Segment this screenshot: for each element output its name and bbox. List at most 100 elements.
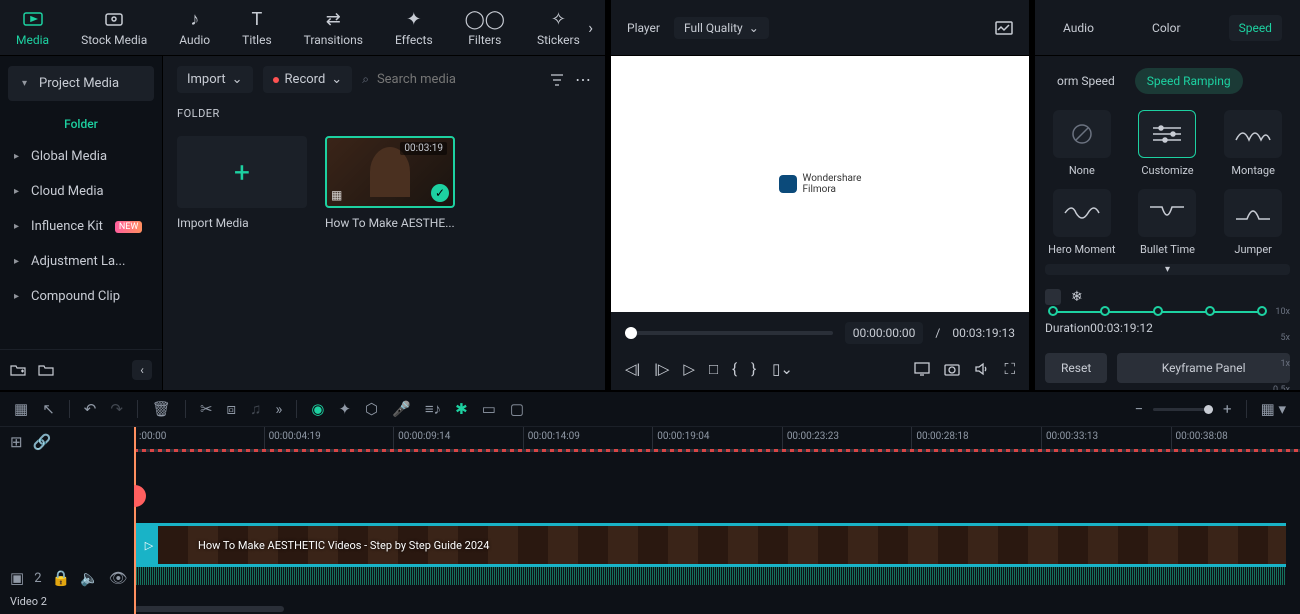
grid-icon[interactable]: ▦ bbox=[14, 400, 28, 418]
preset-more-button[interactable]: ▾ bbox=[1045, 264, 1290, 275]
crop-icon[interactable]: ⧈ bbox=[227, 400, 237, 418]
sidebar-cloud-media[interactable]: ▸ Cloud Media bbox=[0, 174, 162, 209]
sidebar-project-media[interactable]: ▾ Project Media bbox=[8, 66, 154, 101]
tab-effects[interactable]: ✦ Effects bbox=[389, 4, 439, 51]
caption-icon[interactable]: ≡♪ bbox=[425, 400, 441, 418]
more-tools-icon[interactable]: » bbox=[275, 400, 282, 418]
volume-icon[interactable] bbox=[974, 362, 990, 376]
zoom-in-icon[interactable]: + bbox=[1223, 400, 1232, 418]
stop-icon[interactable]: □ bbox=[709, 360, 718, 378]
record-button[interactable]: Record ⌄ bbox=[263, 66, 353, 93]
scrub-knob[interactable] bbox=[625, 327, 637, 339]
ramp-keyframe[interactable] bbox=[1257, 306, 1267, 316]
zoom-out-icon[interactable]: − bbox=[1134, 400, 1143, 418]
box-icon[interactable]: ▢ bbox=[510, 400, 524, 418]
scrub-bar[interactable] bbox=[625, 331, 833, 335]
ramp-keyframe[interactable] bbox=[1153, 306, 1163, 316]
mark-out-icon[interactable]: } bbox=[751, 360, 756, 378]
cursor-icon[interactable]: ↖ bbox=[42, 400, 55, 418]
sidebar-compound[interactable]: ▸ Compound Clip bbox=[0, 279, 162, 314]
tab-filters[interactable]: ◯◯ Filters bbox=[459, 4, 511, 51]
ramp-checkbox[interactable] bbox=[1045, 289, 1061, 305]
video-track-icon[interactable]: ▣ bbox=[10, 569, 24, 587]
collapse-sidebar-button[interactable]: ‹ bbox=[132, 360, 152, 380]
undo-icon[interactable]: ↶ bbox=[84, 400, 97, 418]
search-input[interactable] bbox=[377, 72, 539, 87]
add-track-icon[interactable]: ⊞ bbox=[10, 433, 23, 451]
sidebar-adjustment[interactable]: ▸ Adjustment La... bbox=[0, 244, 162, 279]
freeze-frame-icon[interactable]: ❄ bbox=[1071, 289, 1083, 305]
ai-icon[interactable]: ◉ bbox=[311, 400, 324, 418]
subtab-uniform-speed[interactable]: orm Speed bbox=[1045, 68, 1127, 94]
import-button[interactable]: Import ⌄ bbox=[177, 66, 253, 93]
preset-customize[interactable]: Customize bbox=[1131, 110, 1205, 177]
preset-bullet[interactable]: Bullet Time bbox=[1131, 189, 1205, 256]
link-icon[interactable]: 🔗 bbox=[33, 433, 52, 451]
zoom-knob[interactable] bbox=[1204, 405, 1213, 414]
snapshot-icon[interactable] bbox=[995, 21, 1013, 35]
tab-transitions[interactable]: ⇄ Transitions bbox=[298, 4, 369, 51]
sidebar-global-media[interactable]: ▸ Global Media bbox=[0, 139, 162, 174]
next-frame-icon[interactable]: |▷ bbox=[654, 360, 669, 378]
folder-icon[interactable] bbox=[38, 363, 54, 377]
sidebar-influence-kit[interactable]: ▸ Influence Kit NEW bbox=[0, 209, 162, 244]
camera-icon[interactable] bbox=[944, 362, 960, 376]
sidebar-folder[interactable]: Folder bbox=[0, 109, 162, 139]
tab-audio[interactable]: ♪ Audio bbox=[173, 4, 216, 51]
delete-icon[interactable]: 🗑 bbox=[152, 400, 171, 418]
more-icon[interactable]: ⋯ bbox=[575, 70, 591, 89]
preset-none[interactable]: None bbox=[1045, 110, 1119, 177]
tab-stickers[interactable]: ✧ Stickers bbox=[531, 4, 586, 51]
add-media-thumb[interactable]: + bbox=[177, 136, 307, 208]
keyframe-panel-button[interactable]: Keyframe Panel bbox=[1117, 353, 1290, 383]
tab-audio-prop[interactable]: Audio bbox=[1053, 15, 1104, 41]
filter-icon[interactable] bbox=[549, 72, 565, 88]
redo-icon[interactable]: ↷ bbox=[110, 400, 123, 418]
ramp-keyframe[interactable] bbox=[1205, 306, 1215, 316]
tab-titles[interactable]: T Titles bbox=[236, 4, 277, 51]
tabs-next-icon[interactable]: › bbox=[588, 18, 593, 37]
timeline-tracks[interactable]: :00:00 00:00:04:19 00:00:09:14 00:00:14:… bbox=[134, 427, 1300, 614]
tab-color-prop[interactable]: Color bbox=[1142, 15, 1190, 41]
view-mode-icon[interactable]: ▦ ▾ bbox=[1261, 400, 1286, 418]
tab-media[interactable]: Media bbox=[10, 4, 55, 51]
visibility-icon[interactable]: 👁 bbox=[109, 569, 128, 587]
player-viewport[interactable]: Wondershare Filmora bbox=[611, 56, 1029, 312]
player-quality-select[interactable]: Full Quality ⌄ bbox=[674, 17, 769, 39]
ramp-keyframe[interactable] bbox=[1100, 306, 1110, 316]
playhead[interactable] bbox=[134, 427, 136, 614]
preset-montage[interactable]: Montage bbox=[1216, 110, 1290, 177]
audio-waveform[interactable] bbox=[134, 567, 1286, 585]
timeline-clip[interactable]: ▷ How To Make AESTHETIC Videos - Step by… bbox=[134, 523, 1286, 567]
ramp-keyframe[interactable] bbox=[1048, 306, 1058, 316]
new-folder-icon[interactable] bbox=[10, 363, 26, 377]
timeline-scrollbar[interactable] bbox=[134, 606, 284, 612]
mark-in-icon[interactable]: { bbox=[732, 360, 737, 378]
media-thumb[interactable]: 00:03:19 ▦ ✓ bbox=[325, 136, 455, 208]
lock-icon[interactable]: 🔒 bbox=[52, 569, 71, 587]
star-icon[interactable]: ✱ bbox=[455, 400, 468, 418]
cut-icon[interactable]: ✂ bbox=[200, 400, 213, 418]
reset-button[interactable]: Reset bbox=[1045, 353, 1107, 383]
fullscreen-icon[interactable]: ⛶ bbox=[1004, 360, 1015, 378]
timeline-ruler[interactable]: :00:00 00:00:04:19 00:00:09:14 00:00:14:… bbox=[134, 427, 1300, 449]
preset-jumper[interactable]: Jumper bbox=[1216, 189, 1290, 256]
frame-icon[interactable]: ▭ bbox=[482, 400, 496, 418]
mic-icon[interactable]: 🎤 bbox=[392, 400, 411, 418]
music-icon[interactable]: ♫ bbox=[250, 400, 261, 418]
display-icon[interactable] bbox=[914, 362, 930, 376]
prev-frame-icon[interactable]: ◁| bbox=[625, 360, 640, 378]
mute-icon[interactable]: 🔈 bbox=[80, 569, 99, 587]
tab-stock-media[interactable]: Stock Media bbox=[75, 4, 153, 51]
subtab-speed-ramping[interactable]: Speed Ramping bbox=[1135, 68, 1243, 94]
tab-speed-prop[interactable]: Speed bbox=[1229, 15, 1282, 41]
ruler-tick: 00:00:23:23 bbox=[782, 427, 912, 449]
zoom-slider[interactable] bbox=[1153, 408, 1213, 411]
media-item-video[interactable]: 00:03:19 ▦ ✓ How To Make AESTHE... bbox=[325, 136, 455, 230]
marker-dropdown-icon[interactable]: ▯⌄ bbox=[772, 360, 793, 378]
sparkle-icon[interactable]: ✦ bbox=[338, 400, 351, 418]
preset-hero[interactable]: Hero Moment bbox=[1045, 189, 1119, 256]
play-icon[interactable]: ▷ bbox=[683, 360, 695, 378]
shield-icon[interactable]: ⬡ bbox=[365, 400, 378, 418]
import-media-item[interactable]: + Import Media bbox=[177, 136, 307, 230]
